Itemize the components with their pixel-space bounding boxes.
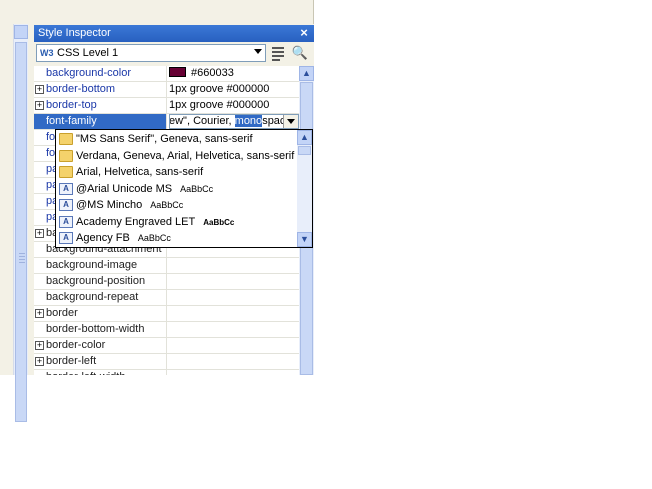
- top-area: [0, 0, 314, 24]
- property-row[interactable]: border-left +: [34, 354, 299, 370]
- font-option-label: @Arial Unicode MS: [76, 182, 173, 195]
- selected-text: mono: [234, 115, 263, 127]
- font-icon: A: [59, 182, 73, 195]
- property-name[interactable]: font-family: [34, 114, 167, 129]
- font-option[interactable]: A @Arial Unicode MS AaBbCc: [57, 181, 297, 197]
- property-value-text: #660033: [191, 67, 234, 79]
- property-name[interactable]: border-bottom-width: [34, 322, 167, 337]
- property-name[interactable]: border-left: [34, 354, 167, 369]
- font-family-dropdown-list[interactable]: ▲ ▼ "MS Sans Serif", Geneva, sans-serif V…: [55, 129, 313, 248]
- font-sample: AaBbCc: [203, 217, 235, 227]
- folder-icon: [59, 133, 73, 145]
- css-icon: W3: [40, 48, 54, 58]
- divider: [313, 0, 314, 24]
- font-option-label: Agency FB: [76, 232, 130, 244]
- property-row[interactable]: background-position: [34, 274, 299, 290]
- font-option-label: Academy Engraved LET: [76, 215, 196, 228]
- property-name[interactable]: border-bottom: [34, 82, 167, 97]
- property-name[interactable]: border-color: [34, 338, 167, 353]
- grip-icon: [19, 253, 25, 263]
- property-name[interactable]: background-image: [34, 258, 167, 273]
- property-row[interactable]: border-left-width: [34, 370, 299, 375]
- property-row[interactable]: border +: [34, 306, 299, 322]
- left-scrollbar[interactable]: [13, 24, 29, 422]
- property-value[interactable]: #660033: [169, 66, 234, 81]
- property-name[interactable]: border-top: [34, 98, 167, 113]
- property-value[interactable]: 1px groove #000000: [169, 98, 269, 113]
- property-value-text: 1px groove #000000: [169, 83, 270, 95]
- property-name[interactable]: border-left-width: [34, 370, 167, 375]
- font-family-value-input[interactable]: ew", Courier, monospace: [169, 114, 299, 129]
- expand-icon[interactable]: +: [35, 309, 44, 318]
- scroll-up-button[interactable]: ▲: [297, 130, 312, 145]
- font-option-label: Verdana, Geneva, Arial, Helvetica, sans-…: [76, 149, 295, 162]
- property-row[interactable]: border-bottom +1px groove #000000: [34, 82, 299, 98]
- font-option[interactable]: A Agency FB AaBbCc: [57, 230, 297, 246]
- scroll-thumb[interactable]: [298, 146, 311, 155]
- font-option-label: @MS Mincho: [76, 199, 143, 211]
- chevron-down-icon: [287, 119, 295, 124]
- css-level-select[interactable]: W3 CSS Level 1: [36, 44, 266, 62]
- property-row[interactable]: background-image: [34, 258, 299, 274]
- folder-icon: [59, 149, 73, 162]
- dropdown-button[interactable]: [283, 115, 298, 128]
- find-icon[interactable]: 🔍: [291, 44, 309, 62]
- expand-icon[interactable]: +: [35, 357, 44, 366]
- font-option[interactable]: "MS Sans Serif", Geneva, sans-serif: [57, 131, 297, 147]
- font-sample: AaBbCc: [137, 233, 171, 243]
- scroll-up-button[interactable]: ▲: [299, 66, 314, 81]
- property-name[interactable]: border: [34, 306, 167, 321]
- expand-icon[interactable]: +: [35, 341, 44, 350]
- font-icon: A: [59, 199, 73, 211]
- expand-icon[interactable]: +: [35, 101, 44, 110]
- font-option-label: "MS Sans Serif", Geneva, sans-serif: [76, 133, 253, 145]
- expand-icon[interactable]: +: [35, 85, 44, 94]
- font-sample: AaBbCc: [180, 183, 214, 194]
- property-value[interactable]: 1px groove #000000: [169, 82, 269, 97]
- property-name[interactable]: background-position: [34, 274, 167, 289]
- scroll-thumb[interactable]: [15, 42, 27, 422]
- font-option[interactable]: A Academy Engraved LET AaBbCc: [57, 214, 297, 230]
- property-name[interactable]: background-repeat: [34, 290, 167, 305]
- property-row[interactable]: border-top +1px groove #000000: [34, 98, 299, 114]
- panel-title: Style Inspector: [38, 27, 111, 39]
- expand-icon[interactable]: +: [35, 229, 44, 238]
- css-level-value: CSS Level 1: [57, 47, 119, 59]
- font-icon: A: [59, 215, 73, 228]
- font-option-label: Arial, Helvetica, sans-serif: [76, 166, 204, 178]
- property-row[interactable]: background-color #660033: [34, 66, 299, 82]
- property-row[interactable]: border-color +: [34, 338, 299, 354]
- close-icon[interactable]: ×: [297, 26, 311, 40]
- list-view-button[interactable]: [269, 44, 287, 62]
- property-row[interactable]: background-repeat: [34, 290, 299, 306]
- font-option[interactable]: A @MS Mincho AaBbCc: [57, 197, 297, 213]
- font-icon: A: [59, 232, 73, 244]
- folder-icon: [59, 166, 73, 178]
- left-panel-edge: [0, 24, 13, 375]
- font-sample: AaBbCc: [150, 200, 184, 210]
- color-swatch: [169, 67, 186, 78]
- panel-titlebar: Style Inspector ×: [34, 25, 314, 42]
- scroll-down-button[interactable]: ▼: [297, 232, 312, 247]
- property-name[interactable]: background-color: [34, 66, 167, 81]
- inspector-toolbar: W3 CSS Level 1 🔍: [34, 42, 314, 66]
- chevron-down-icon[interactable]: [254, 49, 262, 54]
- font-option[interactable]: Arial, Helvetica, sans-serif: [57, 164, 297, 180]
- property-value-text: 1px groove #000000: [169, 99, 270, 111]
- input-text: ew", Courier,: [169, 115, 235, 127]
- font-option[interactable]: Verdana, Geneva, Arial, Helvetica, sans-…: [57, 148, 297, 164]
- dropdown-scrollbar[interactable]: ▲ ▼: [297, 130, 312, 247]
- scroll-up-button[interactable]: [14, 25, 28, 39]
- property-row[interactable]: border-bottom-width: [34, 322, 299, 338]
